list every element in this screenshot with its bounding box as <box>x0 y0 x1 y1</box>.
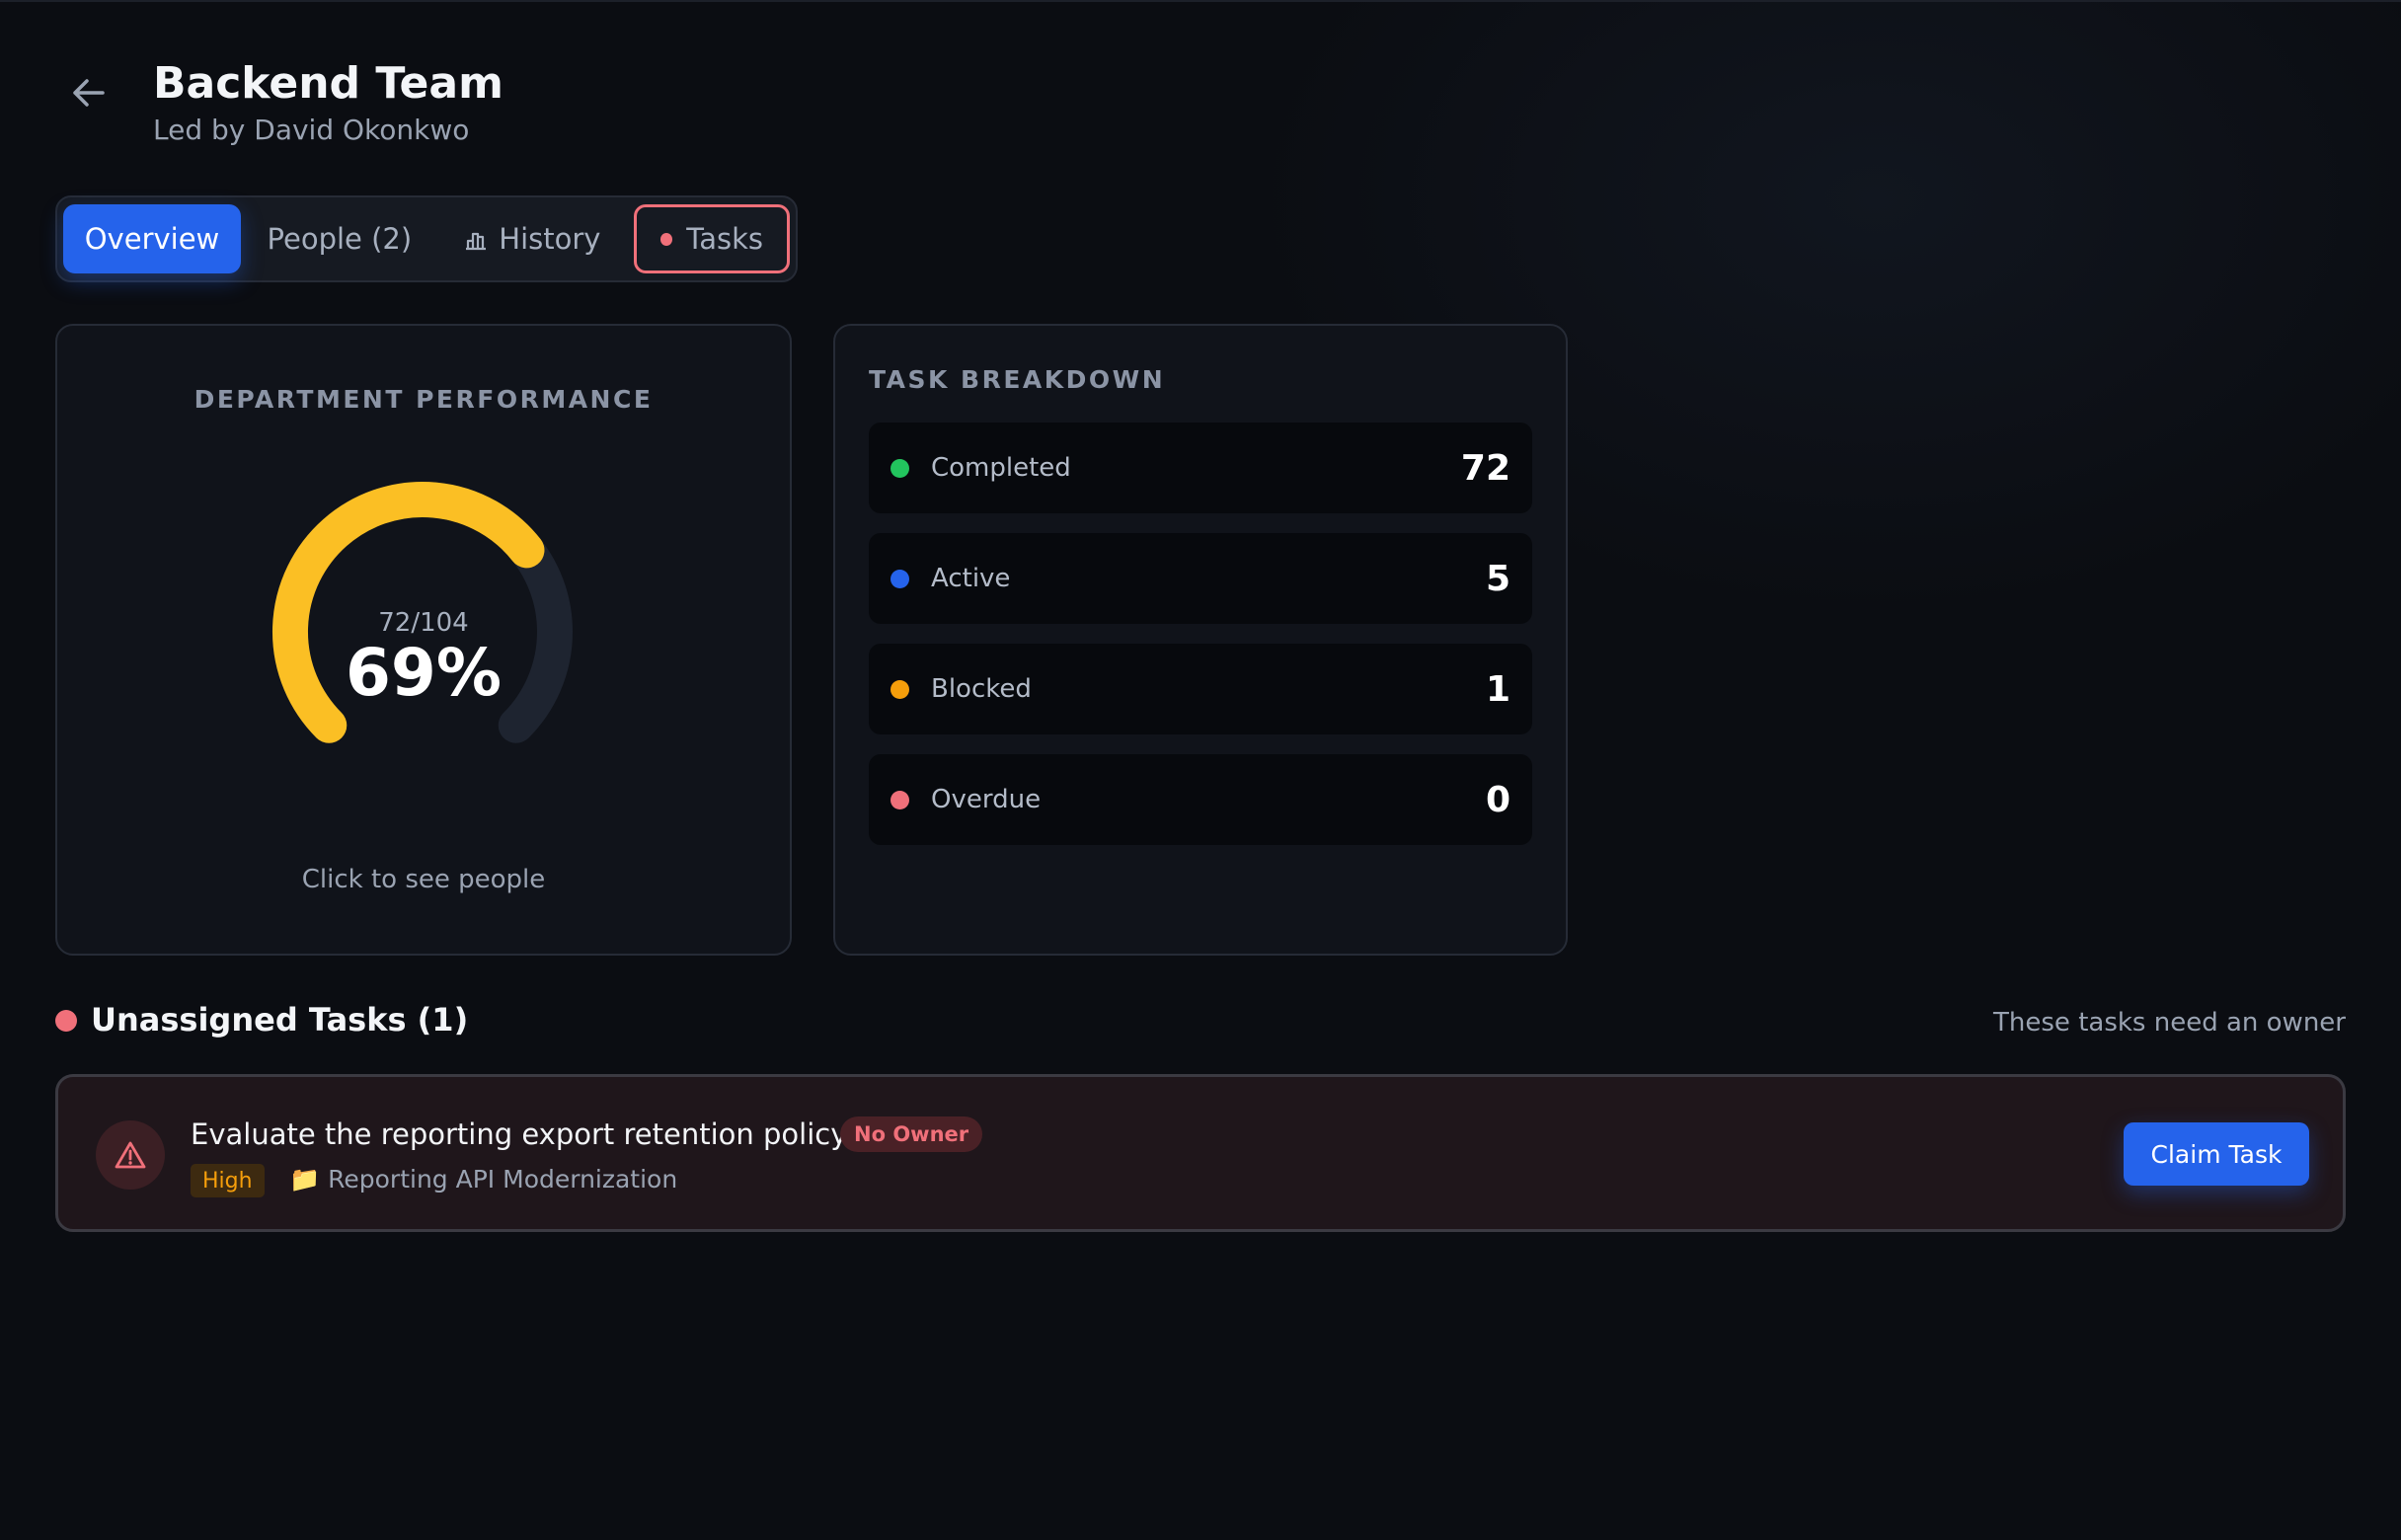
department-performance-card[interactable]: DEPARTMENT PERFORMANCE 72/104 69% Click … <box>55 324 792 956</box>
warning-icon <box>96 1120 165 1190</box>
task-title: Evaluate the reporting export retention … <box>191 1117 848 1151</box>
tab-history[interactable]: History <box>438 204 626 273</box>
task-breakdown-card: TASK BREAKDOWN Completed 72 Active 5 Blo… <box>833 324 1568 956</box>
stat-value: 0 <box>1485 779 1510 820</box>
status-dot-icon <box>891 790 909 809</box>
stat-row-overdue[interactable]: Overdue 0 <box>869 754 1532 845</box>
red-dot-icon <box>660 232 673 246</box>
claim-task-button[interactable]: Claim Task <box>2124 1122 2309 1186</box>
folder-icon: 📁 <box>289 1165 321 1194</box>
tab-history-label: History <box>499 222 601 256</box>
stat-row-completed[interactable]: Completed 72 <box>869 423 1532 513</box>
tab-overview-label: Overview <box>84 222 220 256</box>
status-dot-icon <box>891 569 909 588</box>
tab-bar: Overview People (2) History Tasks <box>55 195 798 282</box>
unassigned-tasks-title: Unassigned Tasks (1) <box>91 1001 469 1039</box>
priority-badge: High <box>191 1164 265 1197</box>
stat-label: Blocked <box>931 674 1032 704</box>
task-project: 📁 Reporting API Modernization <box>289 1162 677 1197</box>
status-dot-icon <box>891 679 909 699</box>
status-dot-icon <box>891 458 909 478</box>
stat-value: 1 <box>1485 668 1510 710</box>
task-project-label: Reporting API Modernization <box>328 1165 678 1194</box>
unassigned-task-card[interactable]: Evaluate the reporting export retention … <box>55 1074 2346 1232</box>
alert-dot-icon <box>55 1010 77 1032</box>
performance-heading: DEPARTMENT PERFORMANCE <box>194 385 654 414</box>
back-button[interactable] <box>59 63 118 122</box>
unassigned-tasks-note: These tasks need an owner <box>1993 1008 2346 1038</box>
breakdown-heading: TASK BREAKDOWN <box>869 365 1166 394</box>
stat-label: Completed <box>931 453 1071 483</box>
bar-chart-icon <box>466 232 487 251</box>
tab-tasks[interactable]: Tasks <box>634 204 790 273</box>
stat-value: 5 <box>1485 558 1510 599</box>
tab-people-label: People (2) <box>267 222 413 256</box>
stat-row-active[interactable]: Active 5 <box>869 533 1532 624</box>
performance-hint: Click to see people <box>301 865 546 894</box>
tab-tasks-label: Tasks <box>686 222 763 256</box>
stat-value: 72 <box>1460 447 1510 489</box>
tab-people[interactable]: People (2) <box>241 204 438 273</box>
page: Backend Team Led by David Okonkwo Overvi… <box>0 0 2401 1540</box>
page-title: Backend Team <box>153 58 503 109</box>
arrow-left-icon <box>73 79 105 107</box>
no-owner-badge: No Owner <box>840 1116 983 1152</box>
team-lead-subtitle: Led by David Okonkwo <box>153 114 470 146</box>
stat-label: Overdue <box>931 785 1042 814</box>
tab-overview[interactable]: Overview <box>63 204 241 273</box>
stat-label: Active <box>931 564 1011 593</box>
gauge-percent: 69% <box>346 635 502 711</box>
stat-row-blocked[interactable]: Blocked 1 <box>869 644 1532 734</box>
